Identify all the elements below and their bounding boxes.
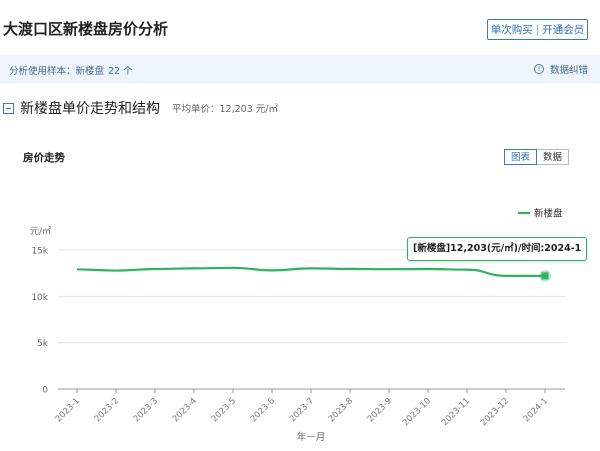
x-tick-label: 2023-4: [171, 396, 199, 424]
y-tick-label: 5k: [37, 339, 49, 349]
x-tick-label: 2023-9: [366, 396, 394, 424]
x-tick-label: 2023-11: [440, 396, 472, 428]
x-tick-label: 2023-10: [401, 396, 433, 428]
y-tick-label: 0: [42, 386, 48, 396]
price-trend-chart: 0 5k 10k 15k 元/㎡ 2023-1 2023-2 2023-3 2023-4 2023…: [30, 208, 565, 443]
x-tick-label: 2023-1: [54, 396, 82, 424]
x-tick-label: 2023-5: [210, 396, 238, 424]
y-tick-label: 10k: [31, 293, 48, 303]
y-axis-label: 元/㎡: [30, 226, 51, 237]
x-tick-label: 2023-8: [327, 396, 355, 424]
data-tooltip: [新楼盘]12,203(元/㎡)/时间:2024-1: [407, 237, 588, 261]
series-line-新楼盘: [76, 266, 546, 278]
x-tick-label: 2023-3: [132, 396, 160, 424]
x-tick-label: 2023-2: [93, 396, 121, 424]
x-tick-label: 2023-12: [479, 396, 511, 428]
x-tick-label: 2023-6: [249, 396, 277, 424]
x-tick-label: 2024-1: [522, 396, 550, 424]
x-axis-label: 年－月: [297, 431, 326, 443]
legend-label: 新楼盘: [534, 208, 563, 220]
highlight-point: [541, 272, 549, 280]
x-tick-label: 2023-7: [288, 396, 316, 424]
y-tick-label: 15k: [31, 247, 48, 257]
